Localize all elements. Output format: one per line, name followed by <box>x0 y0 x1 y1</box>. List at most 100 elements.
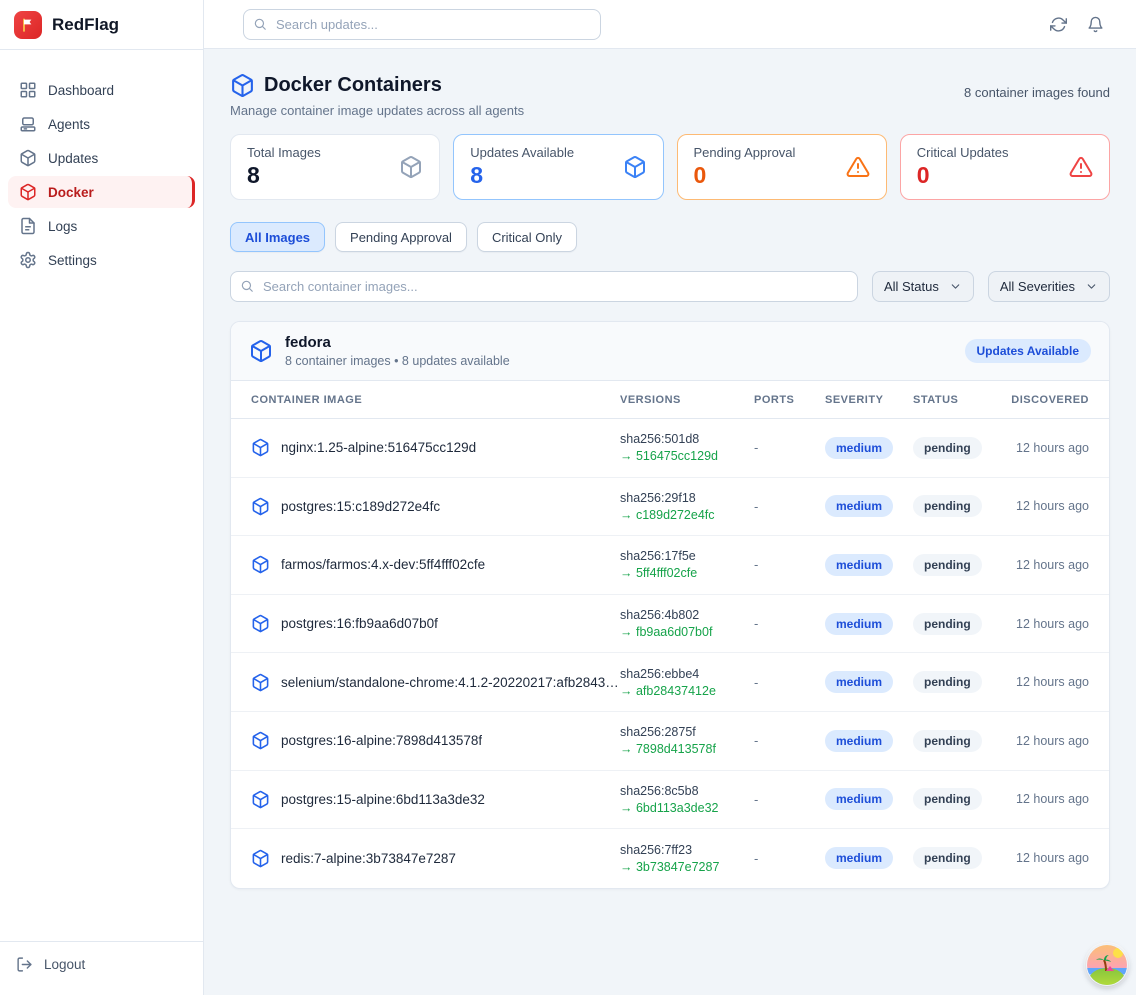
app-name: RedFlag <box>52 15 119 35</box>
version-current: sha256:29f18 <box>620 491 754 505</box>
status-badge: pending <box>913 847 982 869</box>
status-select[interactable]: All Status <box>872 271 974 302</box>
discovered-time: 12 hours ago <box>1007 851 1089 865</box>
package-icon <box>251 731 270 750</box>
column-header: CONTAINER IMAGE <box>251 394 620 406</box>
version-new: → afb28437412e <box>620 684 754 698</box>
table-row[interactable]: nginx:1.25-alpine:516475cc129d sha256:50… <box>231 419 1109 478</box>
table-row[interactable]: redis:7-alpine:3b73847e7287 sha256:7ff23… <box>231 829 1109 888</box>
refresh-icon[interactable] <box>1050 16 1067 33</box>
severity-badge: medium <box>825 554 893 576</box>
package-icon <box>251 790 270 809</box>
table-row[interactable]: postgres:16:fb9aa6d07b0f sha256:4b802 → … <box>231 595 1109 654</box>
container-image-name: postgres:16-alpine:7898d413578f <box>281 733 482 748</box>
package-icon <box>399 155 423 179</box>
image-group-card: fedora 8 container images • 8 updates av… <box>230 321 1110 889</box>
discovered-time: 12 hours ago <box>1007 734 1089 748</box>
tab-critical-only[interactable]: Critical Only <box>477 222 577 252</box>
stat-updates-available: Updates Available 8 <box>453 134 663 200</box>
table-row[interactable]: farmos/farmos:4.x-dev:5ff4fff02cfe sha25… <box>231 536 1109 595</box>
stat-critical-updates: Critical Updates 0 <box>900 134 1110 200</box>
table-row[interactable]: postgres:15-alpine:6bd113a3de32 sha256:8… <box>231 771 1109 830</box>
severity-select-value: All Severities <box>1000 279 1075 294</box>
table-row[interactable]: postgres:16-alpine:7898d413578f sha256:2… <box>231 712 1109 771</box>
severity-badge: medium <box>825 495 893 517</box>
table-body: nginx:1.25-alpine:516475cc129d sha256:50… <box>231 419 1109 888</box>
sidebar-item-label: Agents <box>48 117 90 132</box>
version-new: → 516475cc129d <box>620 449 754 463</box>
container-image-name: selenium/standalone-chrome:4.1.2-2022021… <box>281 675 620 690</box>
image-search-input[interactable] <box>230 271 858 302</box>
bell-icon[interactable] <box>1087 16 1104 33</box>
stat-label: Updates Available <box>470 145 574 160</box>
alert-triangle-icon <box>1069 155 1093 179</box>
stats-row: Total Images 8 Updates Available 8 Pendi… <box>230 134 1110 200</box>
global-search-input[interactable] <box>243 9 601 40</box>
island-widget-button[interactable] <box>1086 944 1128 986</box>
version-current: sha256:ebbe4 <box>620 667 754 681</box>
tropical-island-icon <box>1086 944 1128 986</box>
flag-icon <box>14 11 42 39</box>
server-icon <box>19 115 37 133</box>
severity-select[interactable]: All Severities <box>988 271 1110 302</box>
version-current: sha256:17f5e <box>620 549 754 563</box>
tab-pending-approval[interactable]: Pending Approval <box>335 222 467 252</box>
sidebar: RedFlag Dashboard Agents Updates Docker … <box>0 0 204 995</box>
version-new: → c189d272e4fc <box>620 508 754 522</box>
status-badge: pending <box>913 613 982 635</box>
sidebar-item-updates[interactable]: Updates <box>8 142 195 174</box>
stat-label: Critical Updates <box>917 145 1009 160</box>
group-header: fedora 8 container images • 8 updates av… <box>231 322 1109 381</box>
table-row[interactable]: postgres:15:c189d272e4fc sha256:29f18 → … <box>231 478 1109 537</box>
sidebar-footer: Logout <box>0 941 203 995</box>
table-header: CONTAINER IMAGE VERSIONS PORTS SEVERITY … <box>231 381 1109 419</box>
chevron-down-icon <box>1085 280 1098 293</box>
stat-total-images: Total Images 8 <box>230 134 440 200</box>
severity-badge: medium <box>825 788 893 810</box>
container-image-name: postgres:15-alpine:6bd113a3de32 <box>281 792 485 807</box>
gear-icon <box>19 251 37 269</box>
version-current: sha256:7ff23 <box>620 843 754 857</box>
discovered-time: 12 hours ago <box>1007 499 1089 513</box>
file-icon <box>19 217 37 235</box>
content-area: Docker Containers Manage container image… <box>204 49 1136 995</box>
container-image-name: postgres:16:fb9aa6d07b0f <box>281 616 438 631</box>
status-badge: pending <box>913 671 982 693</box>
image-search <box>230 271 858 302</box>
severity-badge: medium <box>825 437 893 459</box>
tab-all-images[interactable]: All Images <box>230 222 325 252</box>
updates-available-badge: Updates Available <box>965 339 1091 363</box>
sidebar-item-logs[interactable]: Logs <box>8 210 195 242</box>
logout-icon <box>16 956 33 973</box>
ports: - <box>754 616 825 631</box>
status-badge: pending <box>913 495 982 517</box>
column-header: DISCOVERED <box>1007 394 1089 406</box>
logout-button[interactable]: Logout <box>16 956 187 973</box>
logout-label: Logout <box>44 957 85 972</box>
discovered-time: 12 hours ago <box>1007 792 1089 806</box>
discovered-time: 12 hours ago <box>1007 617 1089 631</box>
status-badge: pending <box>913 554 982 576</box>
ports: - <box>754 792 825 807</box>
discovered-time: 12 hours ago <box>1007 675 1089 689</box>
topbar <box>204 0 1136 49</box>
package-icon <box>251 497 270 516</box>
sidebar-item-label: Logs <box>48 219 77 234</box>
column-header: PORTS <box>754 394 825 406</box>
page-subtitle: Manage container image updates across al… <box>230 103 524 118</box>
status-badge: pending <box>913 788 982 810</box>
sidebar-item-agents[interactable]: Agents <box>8 108 195 140</box>
search-icon <box>253 17 267 31</box>
stat-label: Pending Approval <box>694 145 796 160</box>
status-badge: pending <box>913 730 982 752</box>
stat-pending-approval: Pending Approval 0 <box>677 134 887 200</box>
sidebar-item-settings[interactable]: Settings <box>8 244 195 276</box>
severity-badge: medium <box>825 730 893 752</box>
sidebar-item-docker[interactable]: Docker <box>8 176 195 208</box>
sidebar-item-dashboard[interactable]: Dashboard <box>8 74 195 106</box>
version-new: → fb9aa6d07b0f <box>620 625 754 639</box>
table-row[interactable]: selenium/standalone-chrome:4.1.2-2022021… <box>231 653 1109 712</box>
version-new: → 5ff4fff02cfe <box>620 566 754 580</box>
docker-package-icon <box>230 73 255 98</box>
package-icon <box>251 849 270 868</box>
